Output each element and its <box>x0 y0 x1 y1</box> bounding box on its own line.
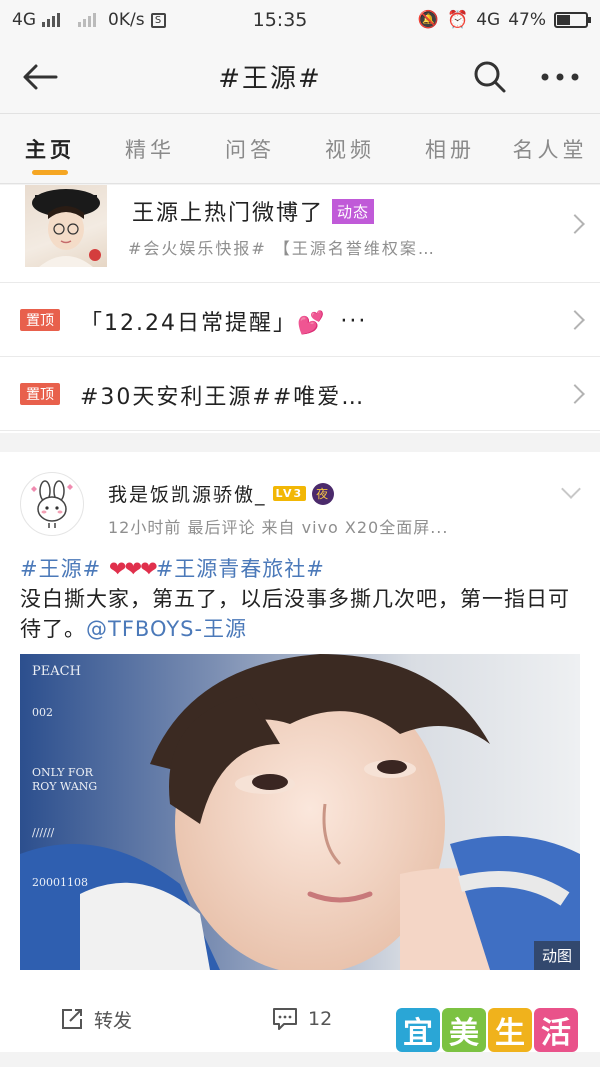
network-right: 4G <box>476 10 501 30</box>
back-arrow-icon <box>23 64 58 89</box>
avatar[interactable] <box>20 472 84 536</box>
network-label: 4G <box>12 10 36 30</box>
post-meta: 12小时前 最后评论 来自 vivo X20全面屏... <box>108 518 449 537</box>
watermark-logo: 宜 美 生 活 <box>396 1008 578 1052</box>
tab-bar: 主页 精华 问答 视频 相册 名人堂 <box>0 114 600 184</box>
search-icon <box>474 61 506 92</box>
pinned-tag: 置顶 <box>20 383 60 405</box>
night-badge: 夜 <box>312 482 335 505</box>
hot-title: 王源上热门微博了 <box>132 201 325 226</box>
hashtag-link[interactable]: #王源# <box>20 557 101 581</box>
tab-album[interactable]: 相册 <box>400 114 500 183</box>
speed-label: 0K/s <box>108 10 145 30</box>
repost-label: 转发 <box>94 1009 133 1032</box>
thumbnail-image <box>32 189 101 267</box>
more-icon <box>541 73 579 80</box>
topic-header-card: 王源上热门微博了 动态 #会火娱乐快报# 【王源名誉维权案… 置顶 「12.24… <box>0 185 600 433</box>
comment-icon <box>273 1008 297 1030</box>
dynamic-badge: 动态 <box>332 198 375 224</box>
hot-weibo-row[interactable]: 王源上热门微博了 动态 #会火娱乐快报# 【王源名誉维权案… <box>0 185 600 283</box>
image-watermark-3: ONLY FOR <box>32 766 93 779</box>
hot-thumbnail <box>25 185 107 267</box>
image-watermark-2: 002 <box>32 706 53 719</box>
signal-icon-2 <box>78 13 96 27</box>
tab-video[interactable]: 视频 <box>300 114 400 183</box>
tab-home[interactable]: 主页 <box>0 114 100 183</box>
pinned-text: #30天安利王源##唯爱… <box>80 385 366 410</box>
page-title: #王源# <box>218 64 322 94</box>
share-icon <box>62 1009 82 1029</box>
image-watermark-5: ////// <box>32 826 55 839</box>
battery-percent: 47% <box>508 10 546 30</box>
pinned-row-2[interactable]: 置顶 #30天安利王源##唯爱… <box>0 357 600 431</box>
tab-featured[interactable]: 精华 <box>100 114 200 183</box>
bunny-avatar-icon <box>31 480 73 528</box>
tab-hall-of-fame[interactable]: 名人堂 <box>500 114 600 183</box>
post-card[interactable]: 我是饭凯源骄傲_ LV3 夜 12小时前 最后评论 来自 vivo X20全面屏… <box>0 452 600 1052</box>
chevron-down-icon[interactable] <box>561 479 581 499</box>
mute-icon: 🔕 <box>417 10 440 30</box>
search-button[interactable] <box>460 40 520 114</box>
mention-link[interactable]: @TFBOYS-王源 <box>86 617 247 641</box>
pinned-tag: 置顶 <box>20 309 60 331</box>
battery-icon <box>554 12 591 28</box>
chevron-right-icon <box>565 310 585 330</box>
tab-qa[interactable]: 问答 <box>200 114 300 183</box>
gif-badge: 动图 <box>533 941 580 970</box>
comment-count: 12 <box>308 1008 333 1030</box>
clock: 15:35 <box>252 9 308 31</box>
hot-subtitle: #会火娱乐快报# 【王源名誉维权案… <box>128 239 436 258</box>
status-bar: 4G 0K/s S 15:35 🔕 ⏰ 4G 47% <box>0 0 600 40</box>
image-watermark-1: PEACH <box>32 664 81 679</box>
logo-char: 活 <box>534 1008 578 1052</box>
save-icon: S <box>150 12 166 28</box>
post-image[interactable]: PEACH 002 ONLY FOR ROY WANG ////// 20001… <box>20 654 580 970</box>
image-watermark-4: ROY WANG <box>32 780 98 793</box>
repost-button[interactable]: 转发 <box>60 1006 132 1033</box>
username[interactable]: 我是饭凯源骄傲_ <box>108 480 267 507</box>
hearts-emoji: ❤❤❤ <box>108 557 158 581</box>
pinned-more: ··· <box>340 308 368 334</box>
chevron-right-icon <box>565 214 585 234</box>
hashtag-link-2[interactable]: #王源青春旅社# <box>156 557 325 581</box>
post-body: #王源# ❤❤❤#王源青春旅社# 没白撕大家，第五了，以后没事多撕几次吧，第一指… <box>20 554 580 644</box>
image-watermark-6: 20001108 <box>32 876 88 889</box>
back-button[interactable] <box>0 40 80 114</box>
nav-bar: #王源# <box>0 40 600 114</box>
chevron-right-icon <box>565 384 585 404</box>
pinned-row-1[interactable]: 置顶 「12.24日常提醒」💕 ··· <box>0 283 600 357</box>
more-button[interactable] <box>520 40 600 114</box>
comment-button[interactable]: 12 <box>272 1007 332 1031</box>
signal-icon <box>42 13 60 27</box>
portrait-image <box>20 654 580 970</box>
logo-char: 生 <box>488 1008 532 1052</box>
pinned-text: 「12.24日常提醒」💕 <box>80 311 327 336</box>
alarm-icon: ⏰ <box>447 10 469 30</box>
logo-char: 美 <box>442 1008 486 1052</box>
level-badge: LV3 <box>272 486 307 501</box>
logo-char: 宜 <box>396 1008 440 1052</box>
